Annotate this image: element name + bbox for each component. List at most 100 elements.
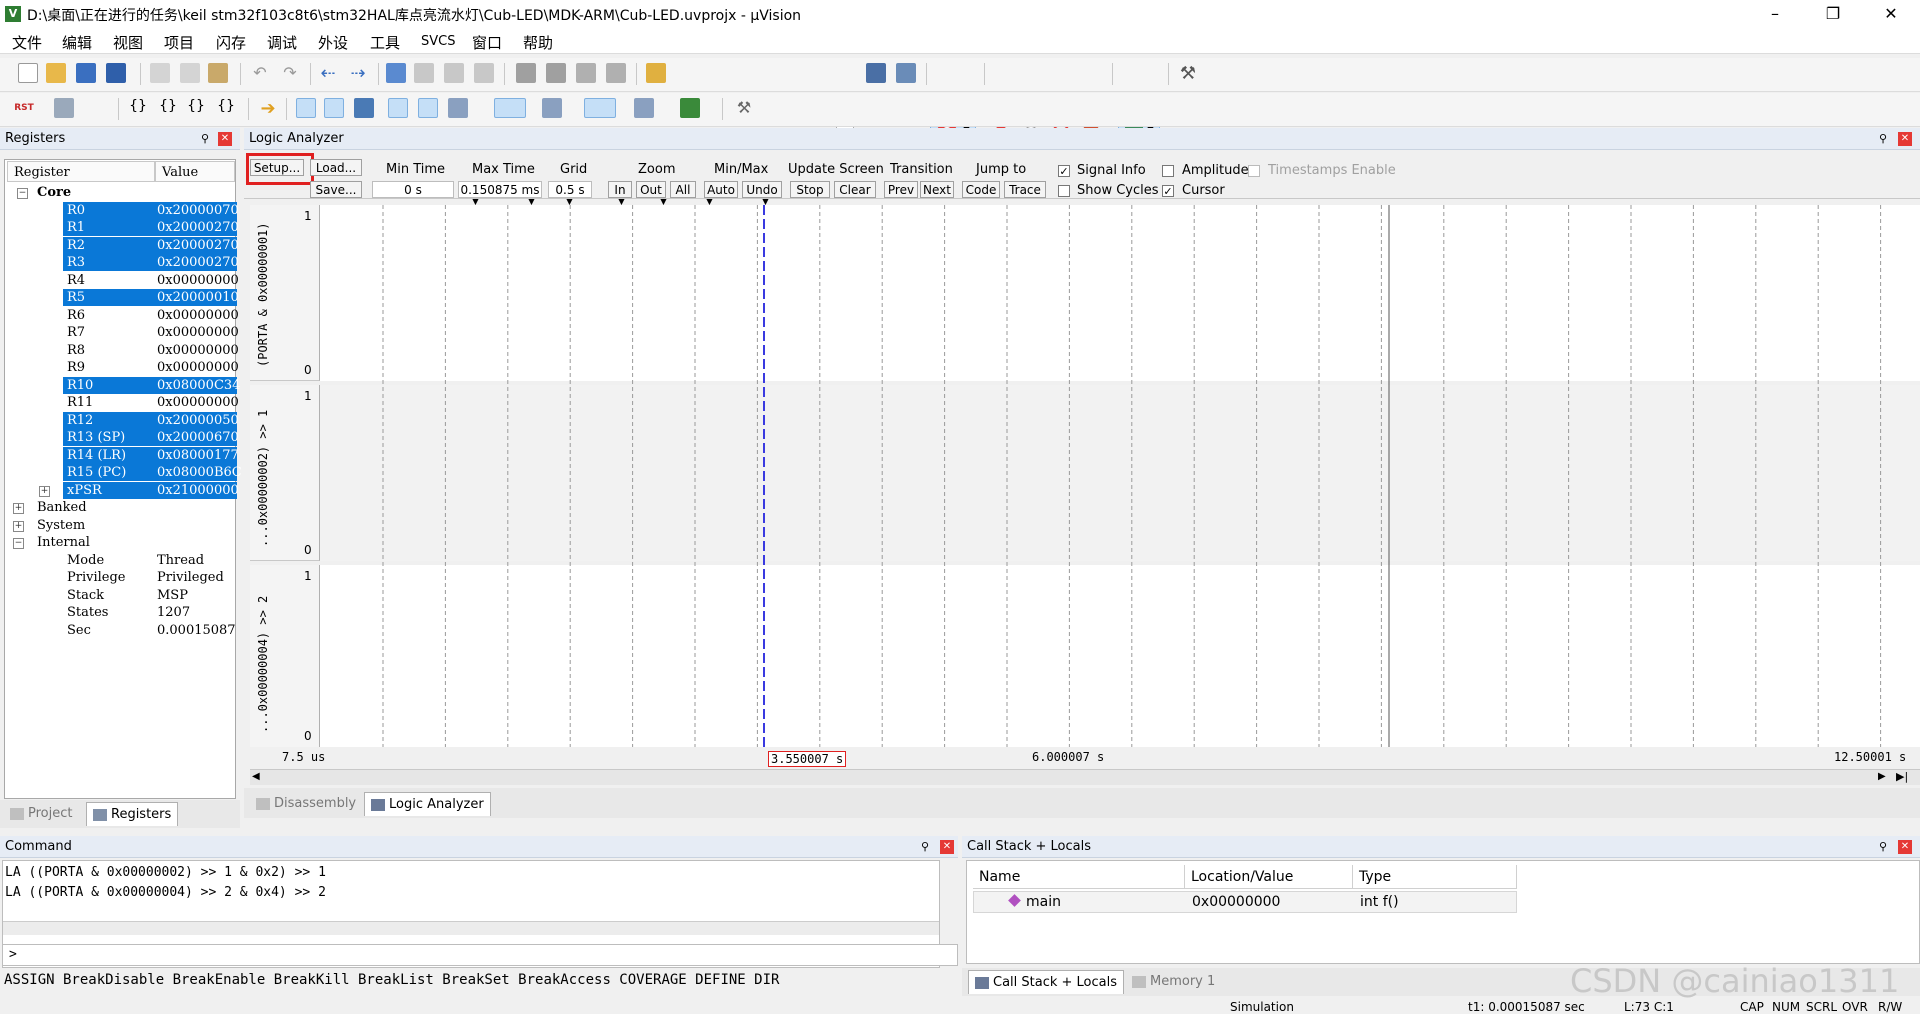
internal-row[interactable]: Mode Thread bbox=[5, 552, 204, 569]
unindent-icon[interactable] bbox=[546, 63, 566, 83]
expand-icon[interactable]: + bbox=[13, 503, 24, 514]
save-icon[interactable] bbox=[76, 63, 96, 83]
menu-peripherals[interactable]: 外设 bbox=[318, 32, 348, 53]
next-bookmark-icon[interactable] bbox=[444, 63, 464, 83]
show-next-statement-icon[interactable]: ➔ bbox=[258, 98, 278, 119]
tab-disassembly[interactable]: Disassembly bbox=[250, 792, 362, 816]
menu-tools[interactable]: 工具 bbox=[370, 32, 400, 53]
trace-windows-icon[interactable] bbox=[634, 98, 654, 118]
step-over-icon[interactable]: {} bbox=[158, 98, 178, 118]
restore-icon[interactable]: ❐ bbox=[1804, 0, 1862, 28]
pin-icon[interactable]: ⚲ bbox=[198, 132, 212, 146]
jump-code-button[interactable]: Code bbox=[962, 181, 1000, 198]
col-type-header[interactable]: Type bbox=[1353, 865, 1517, 889]
command-input[interactable]: > bbox=[2, 944, 958, 966]
comment-icon[interactable] bbox=[576, 63, 596, 83]
command-hscroll[interactable] bbox=[3, 921, 939, 935]
navigate-back-icon[interactable]: ⇠ bbox=[318, 63, 338, 84]
pin-icon[interactable]: ⚲ bbox=[918, 840, 932, 854]
close-panel-icon[interactable]: ✕ bbox=[940, 840, 954, 854]
tree-banked[interactable]: + Banked bbox=[5, 499, 193, 516]
register-row[interactable]: R7 0x00000000 bbox=[5, 324, 239, 341]
close-panel-icon[interactable]: ✕ bbox=[1898, 840, 1912, 854]
system-viewer-icon[interactable] bbox=[680, 98, 700, 118]
save-all-icon[interactable] bbox=[106, 63, 126, 83]
scroll-right-icon[interactable]: ▶ bbox=[1878, 771, 1886, 782]
internal-row[interactable]: Stack MSP bbox=[5, 587, 193, 604]
minmax-undo-button[interactable]: Undo bbox=[742, 181, 782, 198]
update-clear-button[interactable]: Clear bbox=[834, 181, 876, 198]
close-window-icon[interactable]: ✕ bbox=[1862, 0, 1920, 28]
waveform-area[interactable] bbox=[321, 205, 1920, 747]
tab-project[interactable]: Project bbox=[4, 802, 78, 826]
col-location-header[interactable]: Location/Value bbox=[1185, 865, 1353, 889]
tab-callstack[interactable]: Call Stack + Locals bbox=[968, 970, 1125, 994]
menu-window[interactable]: 窗口 bbox=[472, 32, 502, 53]
uncomment-icon[interactable] bbox=[606, 63, 626, 83]
step-into-icon[interactable]: {} bbox=[128, 98, 148, 118]
copy-icon[interactable] bbox=[180, 63, 200, 83]
signal-3-label-cell[interactable]: ...0x00000004) >> 2 1 0 bbox=[250, 565, 320, 747]
pin-icon[interactable]: ⚲ bbox=[1876, 840, 1890, 854]
cut-icon[interactable] bbox=[150, 63, 170, 83]
update-stop-button[interactable]: Stop bbox=[790, 181, 830, 198]
load-button[interactable]: Load... bbox=[310, 159, 362, 176]
find-icon[interactable] bbox=[866, 63, 886, 83]
zoom-all-button[interactable]: All bbox=[670, 181, 696, 198]
register-row[interactable]: R1 0x20000270 bbox=[5, 219, 239, 236]
menu-debug[interactable]: 调试 bbox=[267, 32, 297, 53]
analysis-windows-icon[interactable] bbox=[584, 98, 616, 118]
find-in-files-icon[interactable] bbox=[646, 63, 666, 83]
undo-icon[interactable]: ↶ bbox=[250, 63, 270, 83]
new-file-icon[interactable] bbox=[18, 63, 38, 83]
tree-system[interactable]: + System bbox=[5, 517, 193, 534]
collapse-icon[interactable]: − bbox=[13, 538, 24, 549]
register-row[interactable]: R6 0x00000000 bbox=[5, 307, 239, 324]
disassembly-window-icon[interactable] bbox=[324, 98, 344, 118]
configure-wrench-icon[interactable]: ⚒ bbox=[1178, 63, 1198, 84]
bookmark-icon[interactable] bbox=[386, 63, 406, 83]
redo-icon[interactable]: ↷ bbox=[280, 63, 300, 83]
run-to-cursor-icon[interactable]: {} bbox=[216, 98, 236, 118]
menu-svcs[interactable]: SVCS bbox=[421, 34, 455, 49]
signal-2-label-cell[interactable]: ...0x00000002) >> 1 1 0 bbox=[250, 385, 320, 561]
expand-icon[interactable]: + bbox=[39, 485, 50, 497]
show-cycles-checkbox[interactable] bbox=[1058, 185, 1070, 197]
register-row[interactable]: R0 0x20000070 bbox=[5, 201, 239, 219]
register-row[interactable]: R9 0x00000000 bbox=[5, 359, 239, 376]
horizontal-scrollbar[interactable]: ◀ ▶ ▶| bbox=[250, 769, 1920, 785]
register-row[interactable]: R3 0x20000270 bbox=[5, 254, 239, 271]
internal-row[interactable]: Sec 0.00015087 bbox=[5, 622, 236, 639]
internal-row[interactable]: Privilege Privileged bbox=[5, 569, 224, 586]
navigate-forward-icon[interactable]: ⇢ bbox=[348, 63, 368, 84]
tab-logic-analyzer[interactable]: Logic Analyzer bbox=[364, 792, 491, 816]
paste-icon[interactable] bbox=[208, 63, 228, 83]
col-name-header[interactable]: Name bbox=[973, 865, 1185, 889]
run-icon[interactable] bbox=[54, 98, 74, 118]
minmax-auto-button[interactable]: Auto bbox=[704, 181, 738, 198]
menu-edit[interactable]: 编辑 bbox=[62, 32, 92, 53]
register-row[interactable]: R15 (PC) 0x08000B6C bbox=[5, 464, 242, 481]
menu-file[interactable]: 文件 bbox=[12, 32, 42, 53]
register-row[interactable]: R12 0x20000050 bbox=[5, 411, 239, 429]
clear-bookmarks-icon[interactable] bbox=[474, 63, 494, 83]
tree-core[interactable]: − Core bbox=[5, 184, 193, 201]
value-column-header[interactable]: Value bbox=[155, 161, 235, 182]
reset-cpu-icon[interactable]: RST bbox=[14, 98, 34, 118]
signal-1-label-cell[interactable]: (PORTA & 0x00000001) 1 0 bbox=[250, 205, 320, 381]
timestamps-checkbox[interactable] bbox=[1248, 165, 1260, 177]
register-row[interactable]: R8 0x00000000 bbox=[5, 342, 239, 359]
toolbox-icon[interactable]: ⚒ bbox=[734, 98, 754, 118]
close-panel-icon[interactable]: ✕ bbox=[1898, 132, 1912, 146]
pin-icon[interactable]: ⚲ bbox=[1876, 132, 1890, 146]
menu-project[interactable]: 项目 bbox=[164, 32, 194, 53]
zoom-out-button[interactable]: Out bbox=[636, 181, 666, 198]
minimize-icon[interactable]: – bbox=[1746, 0, 1804, 28]
register-row[interactable]: + xPSR 0x21000000 bbox=[5, 481, 239, 499]
menu-view[interactable]: 视图 bbox=[113, 32, 143, 53]
register-row[interactable]: R10 0x08000C34 bbox=[5, 376, 240, 394]
amplitude-checkbox[interactable] bbox=[1162, 165, 1174, 177]
expand-icon[interactable]: + bbox=[13, 520, 24, 532]
menu-help[interactable]: 帮助 bbox=[523, 32, 553, 53]
tab-registers[interactable]: Registers bbox=[86, 802, 179, 826]
